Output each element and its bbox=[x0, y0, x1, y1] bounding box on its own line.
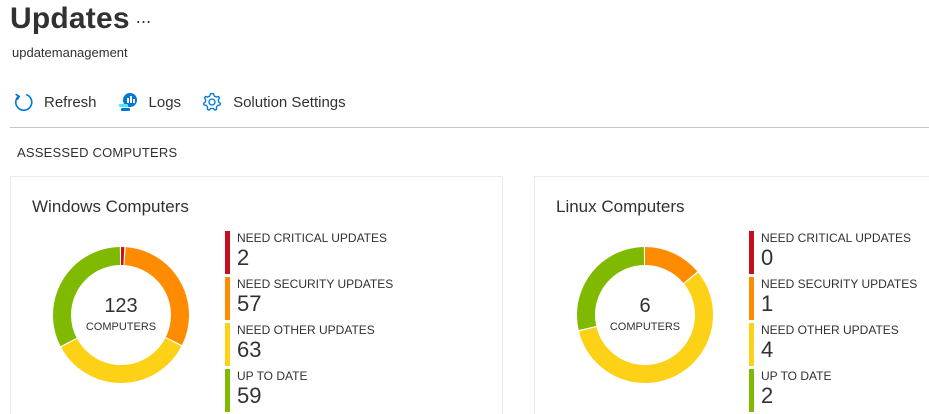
legend-value: 1 bbox=[761, 291, 774, 316]
legend-value: 63 bbox=[237, 337, 262, 362]
total-count-label: COMPUTERS bbox=[85, 321, 157, 333]
legend-value: 2 bbox=[761, 383, 774, 408]
command-bar: Refresh Logs Solution Settings bbox=[12, 88, 366, 116]
legend-value: 59 bbox=[237, 383, 262, 408]
legend-label: UP TO DATE bbox=[237, 369, 308, 383]
section-heading: ASSESSED COMPUTERS bbox=[17, 145, 178, 160]
legend-bar-other bbox=[225, 323, 230, 366]
total-count: 123 bbox=[104, 295, 138, 317]
header-divider bbox=[10, 127, 929, 128]
legend-label: UP TO DATE bbox=[761, 369, 832, 383]
legend-label: NEED SECURITY UPDATES bbox=[761, 277, 918, 291]
card-title: Windows Computers bbox=[32, 197, 189, 216]
logs-icon bbox=[117, 91, 139, 113]
legend-label: NEED CRITICAL UPDATES bbox=[761, 231, 912, 245]
legend-bar-security bbox=[225, 277, 230, 320]
legend-item-critical[interactable]: NEED CRITICAL UPDATES 2 bbox=[225, 231, 393, 277]
legend-item-uptodate[interactable]: UP TO DATE 2 bbox=[749, 369, 917, 414]
windows-computers-card[interactable]: Windows Computers 123 COMPUTERS NEED CRI… bbox=[10, 176, 503, 414]
legend-item-critical[interactable]: NEED CRITICAL UPDATES 0 bbox=[749, 231, 917, 277]
page-subtitle: updatemanagement bbox=[12, 45, 128, 60]
gear-icon bbox=[201, 91, 223, 113]
refresh-button[interactable]: Refresh bbox=[12, 91, 97, 113]
solution-settings-button[interactable]: Solution Settings bbox=[201, 91, 346, 113]
linux-computers-card[interactable]: Linux Computers 6 COMPUTERS NEED CRITICA… bbox=[534, 176, 929, 414]
refresh-icon bbox=[12, 91, 34, 113]
total-count: 6 bbox=[639, 295, 651, 317]
legend-label: NEED OTHER UPDATES bbox=[761, 323, 899, 337]
legend-value: 57 bbox=[237, 291, 262, 316]
legend-item-other[interactable]: NEED OTHER UPDATES 4 bbox=[749, 323, 917, 369]
legend-bar-critical bbox=[225, 231, 230, 274]
legend: NEED CRITICAL UPDATES 2 NEED SECURITY UP… bbox=[225, 231, 393, 414]
page-title-text: Updates bbox=[10, 2, 130, 35]
legend-value: 2 bbox=[237, 245, 250, 270]
legend-bar-other bbox=[749, 323, 754, 366]
legend: NEED CRITICAL UPDATES 0 NEED SECURITY UP… bbox=[749, 231, 917, 414]
legend-value: 4 bbox=[761, 337, 774, 362]
legend-bar-critical bbox=[749, 231, 754, 274]
legend-item-security[interactable]: NEED SECURITY UPDATES 1 bbox=[749, 277, 917, 323]
card-title: Linux Computers bbox=[556, 197, 685, 216]
refresh-label: Refresh bbox=[44, 93, 97, 111]
more-options-button[interactable]: ... bbox=[136, 7, 152, 27]
total-count-label: COMPUTERS bbox=[609, 321, 681, 333]
legend-item-uptodate[interactable]: UP TO DATE 59 bbox=[225, 369, 393, 414]
logs-label: Logs bbox=[148, 93, 182, 111]
page-title: Updates... bbox=[10, 2, 151, 36]
legend-label: NEED SECURITY UPDATES bbox=[237, 277, 394, 291]
solution-settings-label: Solution Settings bbox=[233, 93, 346, 111]
linux-donut-chart[interactable]: 6 COMPUTERS bbox=[575, 245, 715, 385]
legend-item-other[interactable]: NEED OTHER UPDATES 63 bbox=[225, 323, 393, 369]
legend-item-security[interactable]: NEED SECURITY UPDATES 57 bbox=[225, 277, 393, 323]
legend-value: 0 bbox=[761, 245, 774, 270]
legend-bar-uptodate bbox=[225, 369, 230, 412]
legend-bar-uptodate bbox=[749, 369, 754, 412]
legend-bar-security bbox=[749, 277, 754, 320]
legend-label: NEED CRITICAL UPDATES bbox=[237, 231, 388, 245]
logs-button[interactable]: Logs bbox=[117, 91, 182, 113]
windows-donut-chart[interactable]: 123 COMPUTERS bbox=[51, 245, 191, 385]
legend-label: NEED OTHER UPDATES bbox=[237, 323, 375, 337]
